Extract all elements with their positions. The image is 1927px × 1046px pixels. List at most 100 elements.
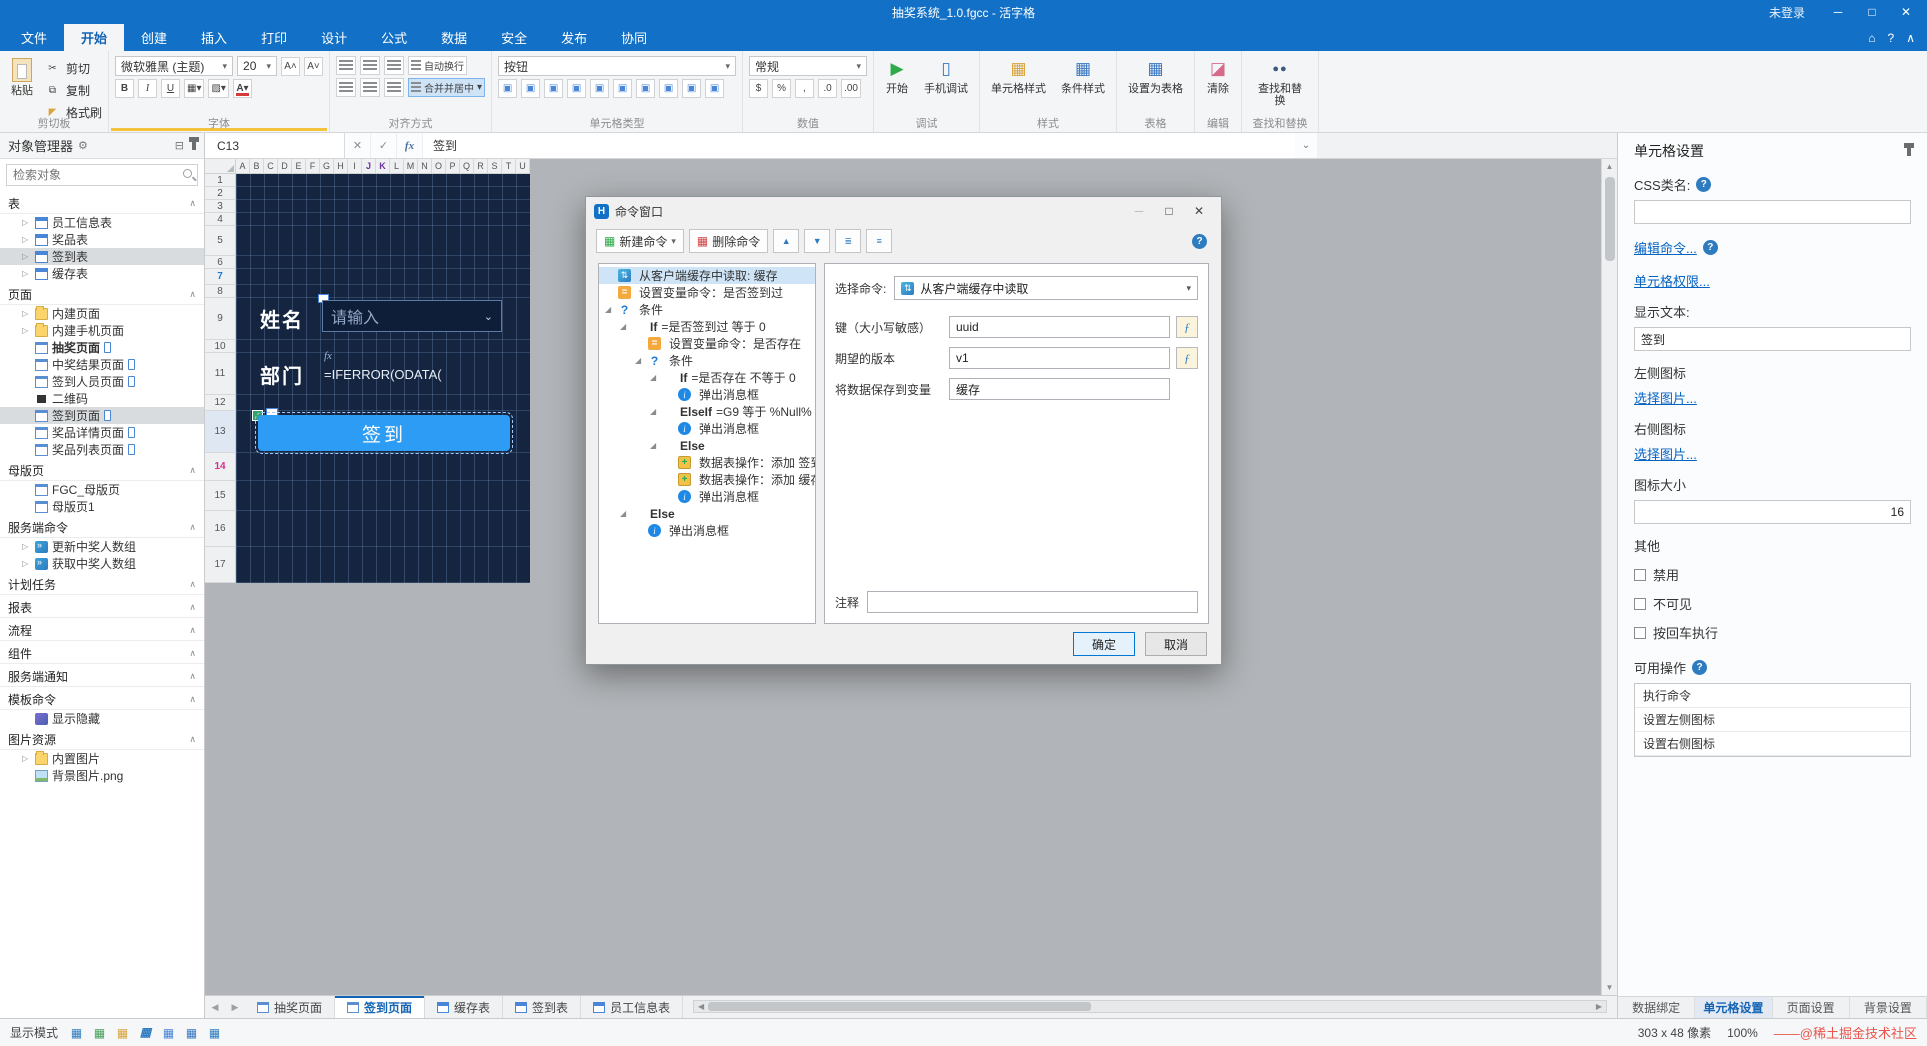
column-header[interactable]: C [264,159,278,174]
tree-row[interactable]: ▷ 页面 ∧ [0,284,204,305]
section-chevron-icon[interactable]: ∧ [189,522,196,533]
command-tree-row[interactable]: ◢ 条件 [599,352,815,369]
row-header[interactable]: 12 [205,395,236,411]
field-input[interactable] [949,378,1170,400]
tree-row[interactable]: ▷ 抽奖页面 ∧ [0,339,204,356]
row-header[interactable]: 5 [205,226,236,256]
number-format-icon[interactable]: , [795,79,815,98]
cell-type-icon[interactable]: ▣ [590,79,610,98]
operations-help-icon[interactable]: ? [1692,660,1708,675]
qat-icon[interactable] [29,4,45,20]
tree-row[interactable]: ▷ 奖品详情页面 ∧ [0,424,204,441]
expander-icon[interactable]: ▷ [22,252,31,261]
expander-icon[interactable]: ◢ [620,322,629,331]
cell-type-icon[interactable]: ▣ [498,79,518,98]
tree-row[interactable]: ▷ 计划任务 ∧ [0,574,204,595]
indent-button[interactable]: ≣ [835,229,862,253]
sheet-tab[interactable]: 员工信息表 [581,996,684,1018]
qat-icon[interactable] [167,4,183,20]
expander-icon[interactable]: ▷ [22,542,31,551]
expander-icon[interactable]: ◢ [650,407,659,416]
column-header[interactable]: O [432,159,446,174]
tree-row[interactable]: ▷ 二维码 ∧ [0,390,204,407]
tree-row[interactable]: ▷ 服务端通知 ∧ [0,666,204,687]
cell-type-icon[interactable]: ▣ [682,79,702,98]
row-header[interactable]: 4 [205,213,236,226]
decrease-font-icon[interactable]: A˅ [304,56,324,76]
column-header[interactable]: J [362,159,376,174]
column-header[interactable]: G [320,159,334,174]
command-tree-row[interactable]: ◢ If =是否签到过 等于 0 [599,318,815,335]
name-combobox[interactable]: 请输入 ⌄ [322,300,502,332]
expander-icon[interactable]: ▷ [22,218,31,227]
align-left-icon[interactable] [336,78,357,97]
cell-type-icon[interactable]: ▣ [613,79,633,98]
command-tree-row[interactable]: ◢ 数据表操作：添加 签到表 [599,454,815,471]
qat-icon[interactable] [75,4,91,20]
tree-row[interactable]: ▷ 服务端命令 ∧ [0,517,204,538]
scroll-down-icon[interactable]: ▼ [1602,980,1617,995]
collapse-ribbon-icon[interactable]: ∧ [1906,31,1915,45]
merge-center-button[interactable]: 合并并居中 ▾ [408,78,486,97]
command-tree-row[interactable]: ◢ 条件 [599,301,815,318]
section-chevron-icon[interactable]: ∧ [189,671,196,682]
cell-reference-box[interactable]: C13 [205,133,345,158]
qat-icon[interactable] [144,4,160,20]
ribbon-tab[interactable]: 打印 [244,24,304,51]
ribbon-tab[interactable]: 开始 [64,24,125,51]
expander-icon[interactable]: ▷ [22,754,31,763]
tree-row[interactable]: ▷ 内建页面 ∧ [0,305,204,322]
maximize-button[interactable]: □ [1857,1,1887,23]
qat-icon[interactable] [121,4,137,20]
statusbar-icon[interactable]: ▦ [114,1024,131,1041]
sheet-tab[interactable]: 签到页面 [335,996,426,1018]
expander-icon[interactable]: ▷ [22,309,31,318]
tree-row[interactable]: ▷ 内置图片 ∧ [0,750,204,767]
section-chevron-icon[interactable]: ∧ [189,289,196,300]
ok-button[interactable]: 确定 [1073,632,1135,656]
row-header[interactable]: 1 [205,174,236,187]
column-header[interactable]: M [404,159,418,174]
copy-button[interactable]: ⧉ 复制 [43,81,102,100]
gear-icon[interactable]: ⚙ [78,139,88,152]
tree-row[interactable]: ▷ 图片资源 ∧ [0,729,204,750]
settings-tab[interactable]: 页面设置 [1773,997,1850,1018]
qat-icon[interactable] [52,4,68,20]
expander-icon[interactable]: ◢ [650,441,659,450]
expander-icon[interactable]: ▷ [22,326,31,335]
page-canvas[interactable]: 姓名 请输入 ⌄ 部门 fx =IFERROR(ODATA( 签到 [236,174,530,583]
align-right-icon[interactable] [384,78,405,97]
formula-picker-icon[interactable]: ƒ [1176,347,1198,369]
cut-button[interactable]: ✂ 剪切 [43,59,102,78]
pin-icon[interactable] [1904,142,1914,156]
command-tree-row[interactable]: ◢ Else [599,505,815,522]
expander-icon[interactable]: ◢ [620,509,629,518]
pick-left-image-link[interactable]: 选择图片... [1634,388,1697,407]
bold-button[interactable]: B [115,79,135,98]
cancel-button[interactable]: 取消 [1145,632,1207,656]
settings-tab[interactable]: 单元格设置 [1695,997,1773,1018]
section-chevron-icon[interactable]: ∧ [189,465,196,476]
checkbox-row[interactable]: 禁用 [1634,565,1911,584]
column-header[interactable]: S [488,159,502,174]
column-header[interactable]: N [418,159,432,174]
confirm-entry-icon[interactable]: ✓ [371,133,397,158]
font-size-select[interactable]: 20 ▾ [237,56,278,76]
tree-row[interactable]: ▷ 中奖结果页面 ∧ [0,356,204,373]
new-command-button[interactable]: ▦ 新建命令 ▾ [596,229,684,253]
edit-command-help-icon[interactable]: ? [1702,240,1718,255]
scroll-right-icon[interactable]: ▶ [1592,1002,1606,1011]
tree-row[interactable]: ▷ 员工信息表 ∧ [0,214,204,231]
display-text-input[interactable] [1634,327,1911,351]
tree-row[interactable]: ▷ 签到页面 ∧ [0,407,204,424]
checkbox-icon[interactable] [1634,626,1646,639]
paste-button[interactable]: 粘贴 [6,56,38,99]
tree-row[interactable]: ▷ 母版页1 ∧ [0,498,204,515]
statusbar-icon[interactable]: ▦ [160,1024,177,1041]
statusbar-icon[interactable]: ▦ [183,1024,200,1041]
column-header[interactable]: P [446,159,460,174]
section-chevron-icon[interactable]: ∧ [189,648,196,659]
font-name-select[interactable]: 微软雅黑 (主题) ▾ [115,56,234,76]
formula-input[interactable]: 签到 [423,133,1295,158]
cancel-entry-icon[interactable]: ✕ [345,133,371,158]
